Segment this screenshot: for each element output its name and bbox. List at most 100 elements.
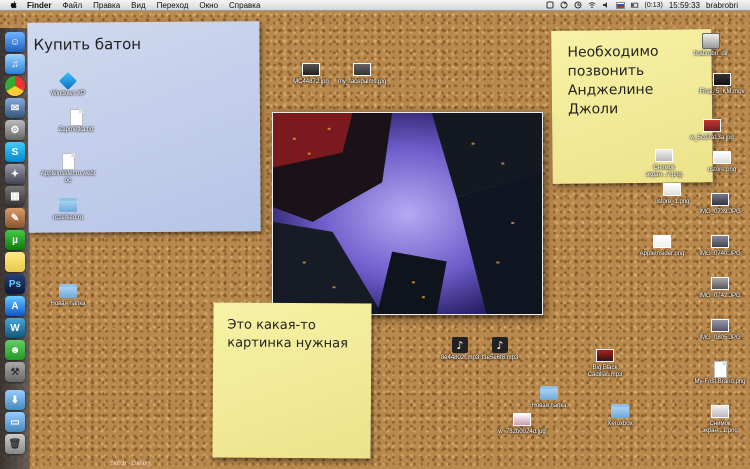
album-art-icon xyxy=(596,346,614,364)
image-thumbnail-icon xyxy=(513,410,531,428)
sticky-note-text: Купить батон xyxy=(33,35,142,54)
sticky-note-text: Необходимо позвонить Анджелине Джоли xyxy=(567,43,659,118)
desktop-icon-appleinsider[interactable]: AppleInsider.png xyxy=(634,232,690,258)
desktop-icon-label: AppleInsider.png xyxy=(639,251,685,257)
finder-icon[interactable]: ☺ xyxy=(5,32,25,52)
desktop-icon-mc44872[interactable]: MC44872.jpg xyxy=(283,60,339,86)
desktop-icon-new-folder-2[interactable]: Новая папка xyxy=(521,384,577,410)
dock: ☺ ♫ ✉ ⚙ S ✦ ▦ ✎ µ Ps A W ☻ ⚒ ⬇ ▭ 🗑 xyxy=(0,28,30,469)
photoshop-icon[interactable]: Ps xyxy=(5,274,25,294)
desktop-icon-mp3-2[interactable]: ♪ f3e5e6f8.mp3 xyxy=(472,336,528,362)
menulet-icon[interactable] xyxy=(546,1,554,9)
automator-icon[interactable]: ⚒ xyxy=(5,362,25,382)
input-source-flag-icon[interactable] xyxy=(615,1,625,9)
desktop-icon-new-folder[interactable]: Новая папка xyxy=(40,282,96,308)
desktop-icon-label: AppleInsider.ru.webloc xyxy=(40,171,96,184)
desktop-icon-w5cd[interactable]: w_5cd7a13a.jpg xyxy=(684,116,740,142)
desktop-icon-label: Final_5_KM.mov xyxy=(699,89,745,95)
menu-app-name[interactable]: Finder xyxy=(27,1,51,10)
image-thumbnail-icon xyxy=(663,180,681,198)
image-thumbnail-icon xyxy=(703,116,721,134)
launchpad-icon[interactable]: ✦ xyxy=(5,164,25,184)
desktop-icon-label: My-Frist Brand.png xyxy=(694,379,746,385)
desktop-icon-label: Big Black Cadillac.mp3 xyxy=(587,365,623,378)
desktop-icon-label: f3e5e6f8.mp3 xyxy=(481,355,519,361)
desktop-icon-label: Xeroxbox xyxy=(607,421,633,427)
desktop-icon-label: Снимок экран...7.png xyxy=(646,165,682,178)
virtual-machine-icon xyxy=(58,71,78,91)
desktop-icon-img-0739[interactable]: IMG_0739.JPG xyxy=(692,190,748,216)
utorrent-icon[interactable]: µ xyxy=(5,230,25,250)
wifi-icon[interactable] xyxy=(588,1,596,9)
bottom-window-edge[interactable]: Skitch - Galaxy xyxy=(110,461,360,469)
menu-view[interactable]: Вид xyxy=(131,1,145,10)
user-name[interactable]: brabrobri xyxy=(706,1,738,10)
image-thumbnail-icon xyxy=(711,190,729,208)
trash-icon[interactable]: 🗑 xyxy=(5,434,25,454)
skype-icon[interactable]: S xyxy=(5,142,25,162)
volume-icon[interactable] xyxy=(602,1,610,9)
image-thumbnail-icon xyxy=(655,146,673,164)
desktop-icon-zapmetka[interactable]: Zapmetka.txt xyxy=(48,108,104,134)
desktop-photo[interactable] xyxy=(272,112,543,315)
sync-icon[interactable] xyxy=(560,1,568,9)
desktop-icon-final-mov[interactable]: Final_5_KM.mov xyxy=(694,70,750,96)
image-thumbnail-icon xyxy=(353,60,371,78)
desktop-icon-label: IMG_0739.JPG xyxy=(699,209,741,215)
desktop-icon-brand[interactable]: My-Frist Brand.png xyxy=(692,360,748,386)
desktop-icon-drive[interactable]: brabrobri_dir xyxy=(683,32,739,58)
desktop-icon-img-0742[interactable]: IMG_0742.JPG xyxy=(692,274,748,300)
clock[interactable]: 15:59:33 xyxy=(669,1,700,10)
desktop-icon-w782[interactable]: w_782b0024d.jpg xyxy=(494,410,550,436)
desktop-icon-img-0805[interactable]: IMG_0805.JPG xyxy=(692,316,748,342)
desktop-icon-ustore[interactable]: ustore.png xyxy=(694,148,750,174)
menu-help[interactable]: Справка xyxy=(229,1,260,10)
desktop-icon-label: IMG_0740.JPG xyxy=(699,251,741,257)
menu-bar: Finder Файл Правка Вид Переход Окно Спра… xyxy=(0,0,750,11)
time-machine-icon[interactable] xyxy=(574,1,582,9)
apple-menu-icon[interactable] xyxy=(8,1,18,9)
sticky-note-text: Это какая-то картинка нужная xyxy=(227,317,349,352)
menu-window[interactable]: Окно xyxy=(199,1,218,10)
chrome-icon[interactable] xyxy=(5,76,25,96)
desktop-icon-label: Новая папка xyxy=(50,301,86,307)
desktop-icon-rozetked[interactable]: rozetked.ru xyxy=(40,196,96,222)
desktop-icon-screenshot-2[interactable]: Снимок экран...1.png xyxy=(692,402,748,435)
image-thumbnail-icon xyxy=(653,232,671,250)
desktop-icon-xeroxbox[interactable]: Xeroxbox xyxy=(592,402,648,428)
menu-edit[interactable]: Правка xyxy=(93,1,120,10)
text-file-icon xyxy=(67,108,85,126)
skyscrapers-image xyxy=(273,113,542,314)
desktop-icon-label: Windows XP xyxy=(50,91,85,97)
documents-stack-icon[interactable]: ▭ xyxy=(5,412,25,432)
desktop-icon-facepalms[interactable]: my_facepalms.jpg xyxy=(334,60,390,86)
image-thumbnail-icon xyxy=(711,316,729,334)
app-store-icon[interactable]: A xyxy=(5,296,25,316)
desktop-icon-webloc[interactable]: AppleInsider.ru.webloc xyxy=(40,152,96,185)
battery-icon[interactable] xyxy=(630,1,639,9)
downloads-stack-icon[interactable]: ⬇ xyxy=(5,390,25,410)
photo-browser-icon[interactable]: ▦ xyxy=(5,186,25,206)
desktop-icon-label: Новая папка xyxy=(531,403,567,409)
sticky-note-yellow-bottom[interactable]: Это какая-то картинка нужная xyxy=(212,302,372,459)
desktop-icon-img-0740[interactable]: IMG_0740.JPG xyxy=(692,232,748,258)
android-icon[interactable]: ☻ xyxy=(5,340,25,360)
itunes-icon[interactable]: ♫ xyxy=(5,54,25,74)
mail-icon[interactable]: ✉ xyxy=(5,98,25,118)
image-thumbnail-icon xyxy=(711,232,729,250)
stickies-icon[interactable] xyxy=(5,252,25,272)
menu-file[interactable]: Файл xyxy=(62,1,82,10)
text-editor-icon[interactable]: ✎ xyxy=(5,208,25,228)
image-thumbnail-icon xyxy=(302,60,320,78)
desktop-icon-label: IMG_0805.JPG xyxy=(699,335,741,341)
menu-go[interactable]: Переход xyxy=(157,1,189,10)
system-preferences-icon[interactable]: ⚙ xyxy=(5,120,25,140)
desktop-icon-windows-xp[interactable]: Windows XP xyxy=(40,71,96,98)
desktop-icon-label: MC44872.jpg xyxy=(293,79,329,85)
desktop-icon-screenshot-1[interactable]: Снимок экран...7.png xyxy=(636,146,692,179)
webloc-file-icon xyxy=(59,152,77,170)
image-thumbnail-icon xyxy=(713,148,731,166)
desktop-icon-label: Zapmetka.txt xyxy=(58,127,94,133)
desktop-icon-cadillac[interactable]: Big Black Cadillac.mp3 xyxy=(577,346,633,379)
word-icon[interactable]: W xyxy=(5,318,25,338)
